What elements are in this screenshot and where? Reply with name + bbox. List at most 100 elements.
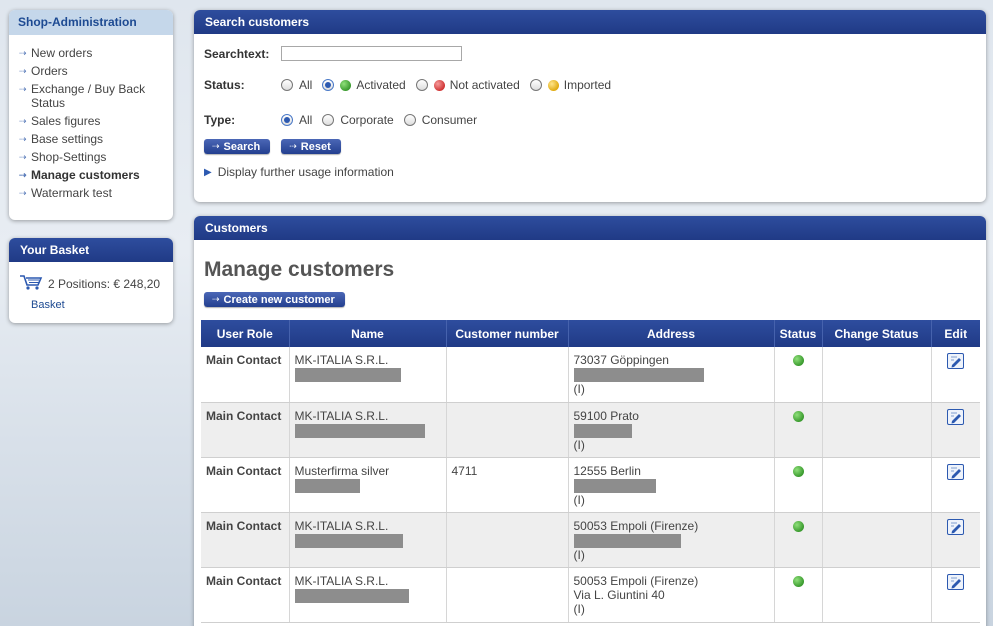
customers-table: User Role Name Customer number Address S…: [201, 320, 980, 623]
redacted-block: [294, 423, 425, 438]
arrow-right-icon: ⇢: [19, 84, 27, 94]
user-role-cell: Main Contact: [201, 347, 290, 403]
arrow-right-icon: ⇢: [19, 170, 27, 180]
status-cell: [774, 402, 823, 458]
status-label: Status:: [204, 78, 245, 92]
type-option-consumer[interactable]: Consumer: [403, 113, 477, 127]
redacted-block: [294, 478, 360, 493]
search-button[interactable]: ⇢ Search: [204, 139, 271, 154]
type-corporate-radio[interactable]: [322, 114, 335, 126]
redacted-block: [573, 423, 632, 438]
basket-panel: Your Basket 2 Positions: € 248,20 Basket: [9, 238, 173, 323]
shopping-cart-icon: [19, 274, 43, 293]
address-cell: 12555 Berlin (I): [568, 457, 775, 513]
address-cell: 73037 Göppingen (I): [568, 347, 775, 403]
customer-number-cell: [446, 347, 569, 403]
green-status-icon: [792, 355, 804, 366]
redacted-block: [294, 588, 409, 603]
create-customer-button[interactable]: ⇢ Create new customer: [204, 292, 345, 307]
table-row: Main Contact MK-ITALIA S.R.L. 59100 Prat…: [201, 402, 980, 458]
edit-pencil-icon[interactable]: [947, 573, 965, 590]
arrow-right-icon: ⇢: [212, 141, 220, 151]
edit-cell: [931, 512, 980, 568]
yellow-status-icon: [547, 79, 559, 91]
edit-pencil-icon[interactable]: [947, 408, 965, 425]
arrow-right-icon: ⇢: [19, 134, 27, 144]
search-panel-title: Search customers: [194, 10, 986, 34]
type-consumer-radio[interactable]: [403, 114, 416, 126]
green-status-icon: [792, 410, 804, 422]
admin-nav-list: ⇢ New orders ⇢ Orders ⇢ Exchange / Buy Back…: [9, 35, 173, 200]
name-cell: Musterfirma silver: [289, 457, 447, 513]
name-cell: MK-ITALIA S.R.L.: [289, 347, 447, 403]
change-status-cell: [822, 347, 932, 403]
type-option-all[interactable]: All: [281, 113, 312, 127]
column-header-edit[interactable]: Edit: [931, 320, 980, 347]
nav-item-exchange-buy-back-status[interactable]: ⇢ Exchange / Buy Back Status: [19, 82, 173, 110]
admin-nav-panel: Shop-Administration ⇢ New orders ⇢ Orders …: [9, 10, 173, 220]
redacted-block: [573, 533, 681, 548]
nav-item-new-orders[interactable]: ⇢ New orders: [19, 46, 173, 60]
status-option-not-activated[interactable]: Not activated: [415, 78, 520, 92]
status-cell: [774, 567, 823, 623]
table-row: Main Contact MK-ITALIA S.R.L. 50053 Empo…: [201, 512, 980, 568]
nav-item-orders[interactable]: ⇢ Orders: [19, 64, 173, 78]
column-header-change-status[interactable]: Change Status: [822, 320, 932, 347]
redacted-block: [573, 478, 656, 493]
type-all-radio[interactable]: [281, 114, 293, 126]
type-label: Type:: [204, 113, 236, 127]
column-header-address[interactable]: Address: [568, 320, 775, 347]
edit-pencil-icon[interactable]: [947, 353, 965, 369]
user-role-cell: Main Contact: [201, 402, 290, 458]
name-cell: MK-ITALIA S.R.L.: [289, 567, 447, 623]
status-option-imported[interactable]: Imported: [529, 78, 611, 92]
table-row: Main Contact Musterfirma silver 4711 125…: [201, 457, 980, 513]
type-row: Type: All Corporate Consumer: [204, 113, 487, 127]
nav-item-sales-figures[interactable]: ⇢ Sales figures: [19, 114, 173, 128]
status-all-radio[interactable]: [281, 79, 293, 91]
nav-item-watermark-test[interactable]: ⇢ Watermark test: [19, 186, 173, 200]
reset-button[interactable]: ⇢ Reset: [281, 139, 341, 154]
green-status-icon: [792, 465, 804, 477]
red-status-icon: [433, 79, 445, 91]
status-option-activated[interactable]: Activated: [322, 78, 406, 92]
searchtext-input[interactable]: [281, 46, 462, 61]
arrow-right-icon: ⇢: [19, 116, 27, 126]
column-header-customer-number[interactable]: Customer number: [446, 320, 569, 347]
change-status-cell: [822, 402, 932, 458]
edit-pencil-icon[interactable]: [947, 518, 965, 535]
table-row: Main Contact MK-ITALIA S.R.L. 73037 Göpp…: [201, 347, 980, 403]
name-cell: MK-ITALIA S.R.L.: [289, 512, 447, 568]
column-header-user-role[interactable]: User Role: [201, 320, 290, 347]
column-header-status[interactable]: Status: [774, 320, 823, 347]
status-cell: [774, 347, 823, 403]
searchtext-row: Searchtext:: [204, 46, 462, 61]
status-imported-radio[interactable]: [529, 79, 542, 91]
status-activated-radio[interactable]: [322, 79, 335, 91]
status-option-all[interactable]: All: [281, 78, 312, 92]
address-cell: 50053 Empoli (Firenze) (I): [568, 512, 775, 568]
searchtext-label: Searchtext:: [204, 46, 270, 61]
nav-item-shop-settings[interactable]: ⇢ Shop-Settings: [19, 150, 173, 164]
arrow-right-icon: ⇢: [19, 48, 27, 58]
admin-nav-title: Shop-Administration: [9, 10, 173, 35]
type-option-corporate[interactable]: Corporate: [322, 113, 394, 127]
edit-pencil-icon[interactable]: [947, 463, 965, 480]
redacted-block: [573, 368, 704, 382]
change-status-cell: [822, 457, 932, 513]
basket-link[interactable]: Basket: [31, 299, 163, 311]
customers-panel-title: Customers: [194, 216, 986, 240]
column-header-name[interactable]: Name: [289, 320, 447, 347]
status-not-activated-radio[interactable]: [415, 79, 428, 91]
edit-cell: [931, 402, 980, 458]
nav-item-manage-customers[interactable]: ⇢ Manage customers: [19, 168, 173, 182]
user-role-cell: Main Contact: [201, 457, 290, 513]
arrow-right-icon: ⇢: [289, 141, 297, 151]
nav-item-base-settings[interactable]: ⇢ Base settings: [19, 132, 173, 146]
search-buttons-row: ⇢ Search ⇢ Reset: [204, 139, 341, 154]
customer-number-cell: [446, 402, 569, 458]
triangle-right-icon: ▶: [204, 166, 212, 178]
arrow-right-icon: ⇢: [212, 294, 220, 304]
usage-info-toggle[interactable]: ▶ Display further usage information: [204, 165, 394, 179]
change-status-cell: [822, 512, 932, 568]
